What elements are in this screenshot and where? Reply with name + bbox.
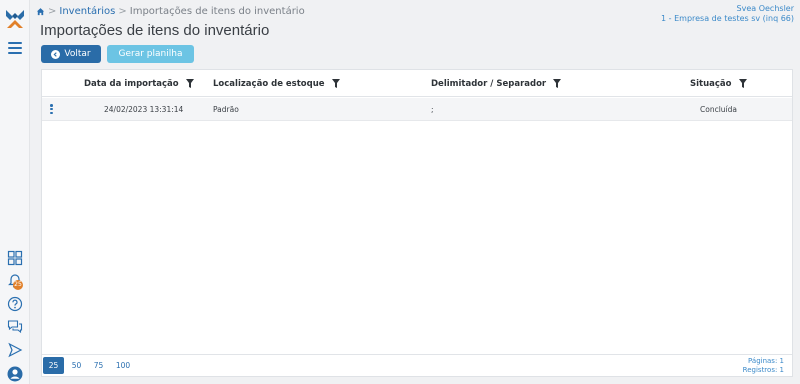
column-header-label: Data da importação (84, 78, 179, 89)
pagination-info: Páginas: 1 Registros: 1 (743, 357, 784, 375)
page-size-50[interactable]: 50 (67, 357, 86, 374)
column-header-status[interactable]: Situação (690, 70, 747, 97)
page-size-75[interactable]: 75 (89, 357, 108, 374)
table-footer: 25 50 75 100 Páginas: 1 Registros: 1 (42, 354, 792, 376)
imports-table: Data da importação Localização de estoqu… (41, 69, 793, 377)
breadcrumb-separator: > (48, 6, 57, 17)
user-name: Svea Oechsler (736, 4, 794, 13)
page-title: Importações de itens do inventário (40, 22, 270, 39)
user-company: 1 - Empresa de testes sv (inq 66) (661, 14, 794, 23)
column-header-label: Situação (690, 78, 732, 89)
column-header-date[interactable]: Data da importação (84, 70, 194, 97)
breadcrumb-separator: > (118, 6, 127, 17)
back-button-label: Voltar (64, 49, 91, 59)
chevron-left-icon (51, 49, 61, 59)
filter-icon[interactable] (331, 79, 340, 88)
cell-status: Concluída (700, 105, 737, 114)
filter-icon[interactable] (738, 79, 747, 88)
page-size-25[interactable]: 25 (43, 357, 64, 374)
generate-spreadsheet-button[interactable]: Gerar planilha (107, 45, 194, 63)
table-header: Data da importação Localização de estoqu… (42, 70, 792, 97)
sidebar: 25 (0, 0, 30, 384)
send-icon[interactable] (7, 342, 23, 358)
user-avatar-icon[interactable] (7, 366, 23, 382)
dashboard-icon[interactable] (7, 250, 23, 266)
cell-delimiter: ; (431, 105, 434, 114)
logo-icon[interactable] (4, 8, 26, 30)
cell-location: Padrão (213, 105, 239, 114)
menu-icon[interactable] (8, 42, 22, 54)
table-row[interactable]: 24/02/2023 13:31:14 Padrão ; Concluída (42, 98, 792, 121)
breadcrumb-current: Importações de itens do inventário (129, 6, 305, 17)
pages-count: Páginas: 1 (748, 357, 784, 365)
records-count: Registros: 1 (742, 366, 784, 374)
filter-icon[interactable] (185, 79, 194, 88)
cell-date: 24/02/2023 13:31:14 (104, 105, 184, 114)
notification-badge: 25 (13, 280, 23, 290)
column-header-label: Localização de estoque (213, 78, 325, 89)
breadcrumb: > Inventários > Importações de itens do … (36, 6, 305, 17)
row-actions-icon[interactable] (50, 104, 53, 115)
column-header-label: Delimitador / Separador (431, 78, 547, 89)
filter-icon[interactable] (553, 79, 562, 88)
back-button[interactable]: Voltar (41, 45, 101, 63)
user-info[interactable]: Svea Oechsler 1 - Empresa de testes sv (… (661, 4, 794, 24)
column-header-delimiter[interactable]: Delimitador / Separador (431, 70, 562, 97)
chat-icon[interactable] (7, 319, 23, 335)
breadcrumb-link-inventarios[interactable]: Inventários (59, 6, 115, 17)
page-size-100[interactable]: 100 (111, 357, 135, 374)
home-icon[interactable] (36, 7, 45, 16)
column-header-location[interactable]: Localização de estoque (213, 70, 340, 97)
help-icon[interactable] (7, 296, 23, 312)
